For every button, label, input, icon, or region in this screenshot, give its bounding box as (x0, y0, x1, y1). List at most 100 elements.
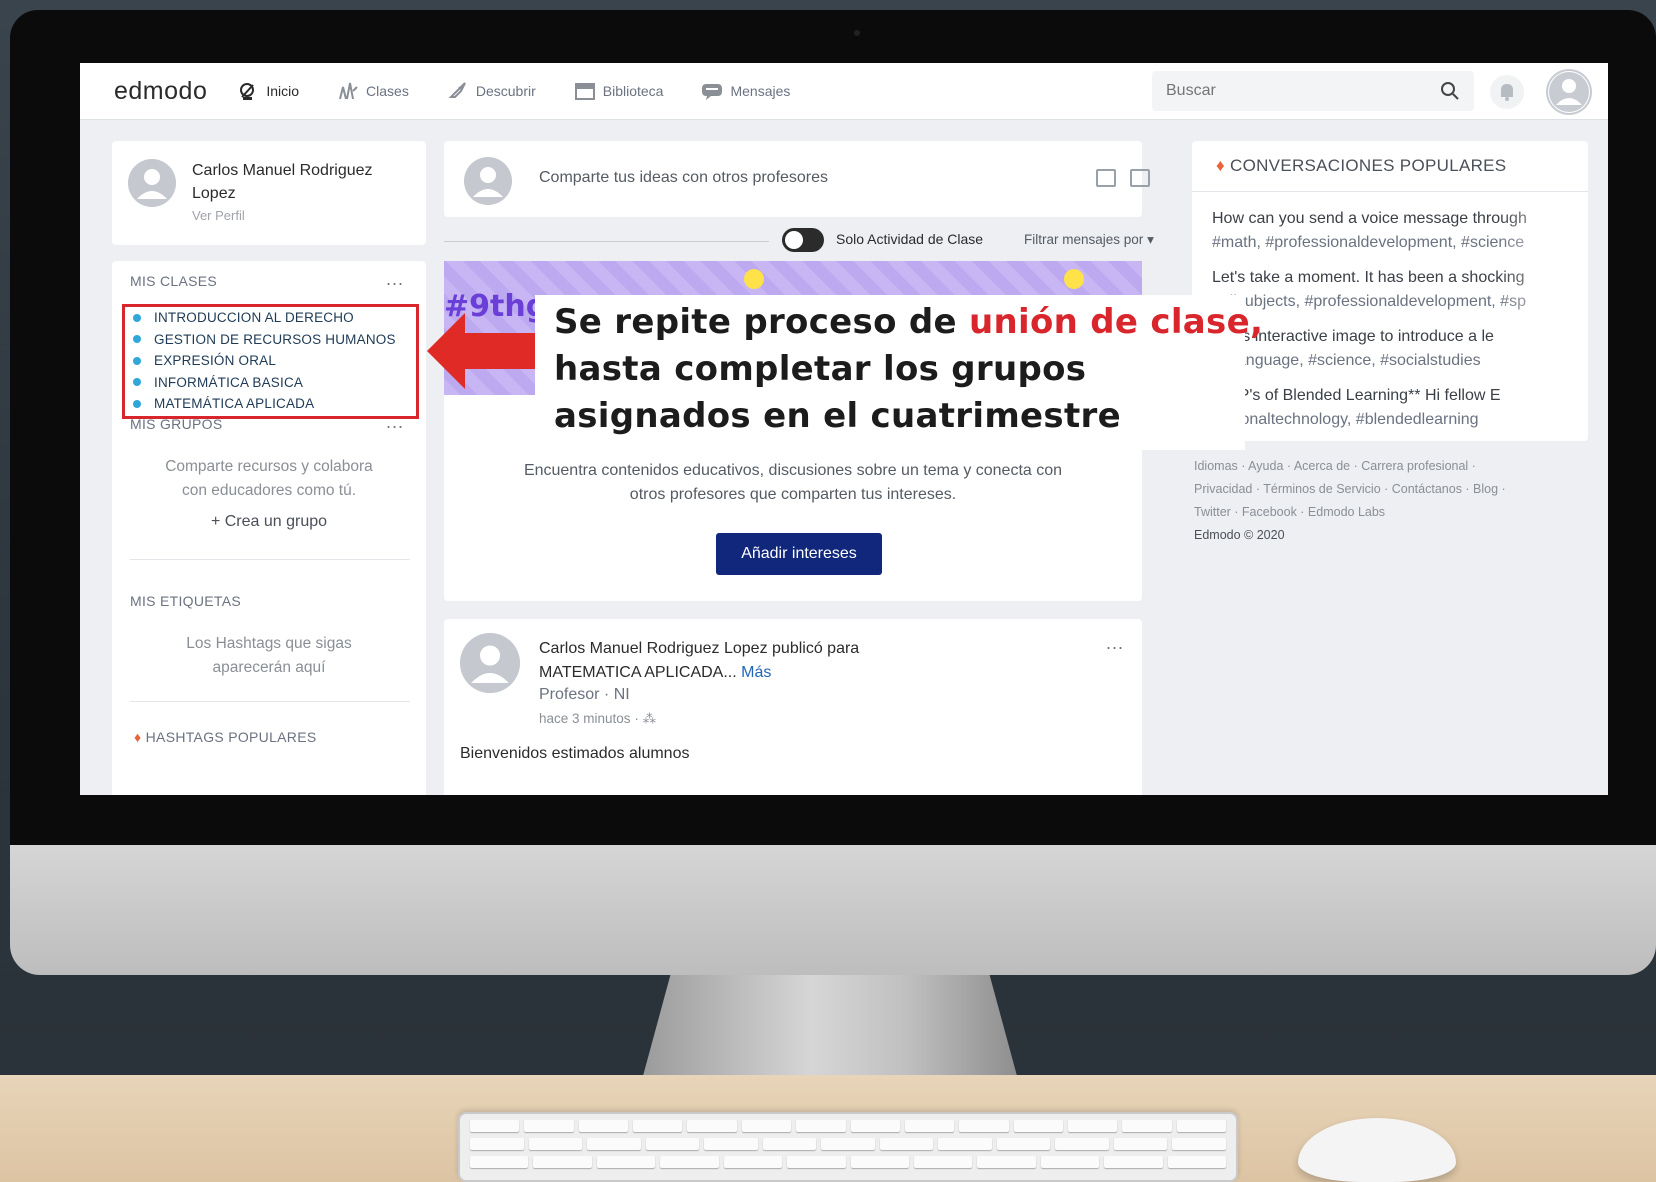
post-time-label: hace 3 minutos (539, 711, 631, 726)
filter-messages-label: Filtrar mensajes por (1024, 232, 1144, 247)
home-icon (240, 83, 255, 100)
nav-descubrir[interactable]: Descubrir (447, 81, 536, 101)
classes-icon: · ⁂ (634, 711, 657, 726)
filter-messages-dropdown[interactable]: Filtrar mensajes por ▾ (1024, 232, 1154, 248)
class-dot-icon (133, 313, 141, 322)
red-arrow-icon (427, 313, 539, 389)
search-icon[interactable] (1440, 81, 1460, 101)
compose-avatar (464, 157, 512, 205)
footer-copyright: Edmodo © 2020 (1194, 528, 1285, 542)
class-item-label: INTRODUCCION AL DERECHO (154, 310, 354, 326)
class-item[interactable]: MATEMÁTICA APLICADA (125, 393, 416, 415)
flame-icon: ♦ (1216, 156, 1230, 175)
nav-mensajes[interactable]: Mensajes (701, 81, 790, 101)
monitor-chin (10, 845, 1656, 975)
profile-card: Carlos Manuel Rodriguez Lopez Ver Perfil (112, 141, 426, 245)
annotation-line-1: Se repite proceso de unión de clase, (554, 299, 1263, 346)
file-icon[interactable] (1130, 169, 1150, 187)
profile-avatar[interactable] (128, 159, 176, 207)
annotation-text: Se repite proceso de unión de clase, has… (554, 299, 1263, 440)
my-groups-heading: MIS GRUPOS (130, 416, 223, 432)
nav-inicio[interactable]: Inicio (237, 81, 299, 101)
post-timestamp: hace 3 minutos · ⁂ (539, 711, 656, 727)
post-menu-button[interactable]: ... (1106, 633, 1124, 654)
monitor-stand (640, 975, 1020, 1087)
post-author-text[interactable]: Carlos Manuel Rodriguez Lopez publicó pa… (539, 640, 859, 681)
my-classes-more-button[interactable]: ... (386, 269, 404, 290)
divider (1192, 191, 1588, 192)
user-avatar-menu[interactable] (1546, 69, 1592, 115)
popular-hashtags-heading: ♦ HASHTAGS POPULARES (134, 729, 317, 745)
post-card: Carlos Manuel Rodriguez Lopez publicó pa… (444, 619, 1142, 795)
nav-mensajes-label: Mensajes (730, 83, 791, 99)
edmodo-logo[interactable]: edmodo (114, 77, 207, 106)
annotation-line-1a: Se repite proceso de (554, 302, 969, 342)
banner-decoration (1064, 269, 1084, 289)
post-author-line: Carlos Manuel Rodriguez Lopez publicó pa… (539, 637, 959, 685)
post-author-avatar[interactable] (460, 633, 520, 693)
profile-name[interactable]: Carlos Manuel Rodriguez Lopez (192, 159, 392, 205)
compose-card[interactable]: Comparte tus ideas con otros profesores (444, 141, 1150, 217)
text-fade (1498, 201, 1588, 421)
post-more-link[interactable]: Más (741, 664, 771, 681)
add-interests-button[interactable]: Añadir intereses (716, 533, 882, 575)
class-item[interactable]: EXPRESIÓN ORAL (125, 350, 416, 372)
chevron-down-icon: ▾ (1147, 232, 1154, 247)
annotation-highlight: unión de clase, (969, 302, 1264, 342)
filter-divider (444, 241, 769, 242)
screen: edmodo Inicio Clases Descubrir Bibliotec… (80, 63, 1608, 795)
image-icon[interactable] (1096, 169, 1116, 187)
search-box (1152, 71, 1474, 111)
class-dot-icon (133, 335, 141, 344)
create-group-button[interactable]: + Crea un grupo (112, 513, 426, 531)
nav-biblioteca[interactable]: Biblioteca (574, 81, 663, 101)
library-icon (574, 83, 595, 100)
my-classes-highlight-box: INTRODUCCION AL DERECHO GESTION DE RECUR… (122, 304, 419, 419)
message-icon (702, 84, 723, 100)
compose-placeholder[interactable]: Comparte tus ideas con otros profesores (539, 169, 828, 187)
divider (130, 559, 410, 560)
plus-icon: + (210, 513, 225, 530)
divider (130, 701, 410, 702)
class-item[interactable]: INFORMÁTICA BASICA (125, 372, 416, 394)
nav-clases-label: Clases (366, 83, 409, 99)
flame-icon: ♦ (134, 729, 146, 745)
left-sidebar-card: MIS CLASES ... INTRODUCCION AL DERECHO G… (112, 261, 426, 795)
annotation-line-2: hasta completar los grupos (554, 349, 1087, 389)
discover-text: Encuentra contenidos educativos, discusi… (523, 462, 1063, 503)
class-item[interactable]: INTRODUCCION AL DERECHO (125, 307, 416, 329)
class-activity-label: Solo Actividad de Clase (836, 231, 984, 247)
my-classes-heading: MIS CLASES (130, 273, 218, 289)
my-groups-more-button[interactable]: ... (386, 412, 404, 433)
footer-line[interactable]: Twitter · Facebook · Edmodo Labs (1194, 501, 1584, 524)
popular-conversations-heading: ♦ CONVERSACIONES POPULARES (1216, 156, 1506, 176)
nav-descubrir-label: Descubrir (475, 83, 536, 99)
rocket-icon (448, 82, 466, 98)
annotation-line-3: asignados en el cuatrimestre (554, 396, 1121, 436)
footer-line[interactable]: Privacidad · Términos de Servicio · Cont… (1194, 478, 1584, 501)
post-role: Profesor · NI (539, 686, 630, 703)
post-body: Bienvenidos estimados alumnos (460, 745, 690, 762)
class-item-label: EXPRESIÓN ORAL (154, 353, 277, 369)
my-tags-text: Los Hashtags que sigas aparecerán aquí (186, 635, 352, 676)
keyboard (458, 1112, 1238, 1182)
view-profile-link[interactable]: Ver Perfil (192, 208, 245, 223)
popular-conversations-label: CONVERSACIONES POPULARES (1230, 156, 1507, 175)
class-item-label: GESTION DE RECURSOS HUMANOS (154, 331, 396, 347)
my-tags-heading: MIS ETIQUETAS (130, 593, 241, 609)
my-groups-text: Comparte recursos y colabora con educado… (165, 458, 373, 499)
footer-line[interactable]: Idiomas · Ayuda · Acerca de · Carrera pr… (1194, 455, 1584, 478)
class-dot-icon (133, 378, 141, 387)
popular-hashtags-label: HASHTAGS POPULARES (145, 729, 317, 745)
classes-icon (339, 82, 358, 100)
class-activity-toggle[interactable] (782, 228, 824, 252)
create-group-label: Crea un grupo (224, 513, 328, 530)
camera-dot (854, 30, 860, 36)
footer-links: Idiomas · Ayuda · Acerca de · Carrera pr… (1194, 455, 1584, 547)
class-item[interactable]: GESTION DE RECURSOS HUMANOS (125, 329, 416, 351)
notifications-bell-icon[interactable] (1490, 75, 1524, 109)
banner-decoration (744, 269, 764, 289)
search-input[interactable] (1166, 82, 1440, 100)
nav-clases[interactable]: Clases (337, 81, 409, 101)
class-item-label: MATEMÁTICA APLICADA (154, 396, 315, 412)
